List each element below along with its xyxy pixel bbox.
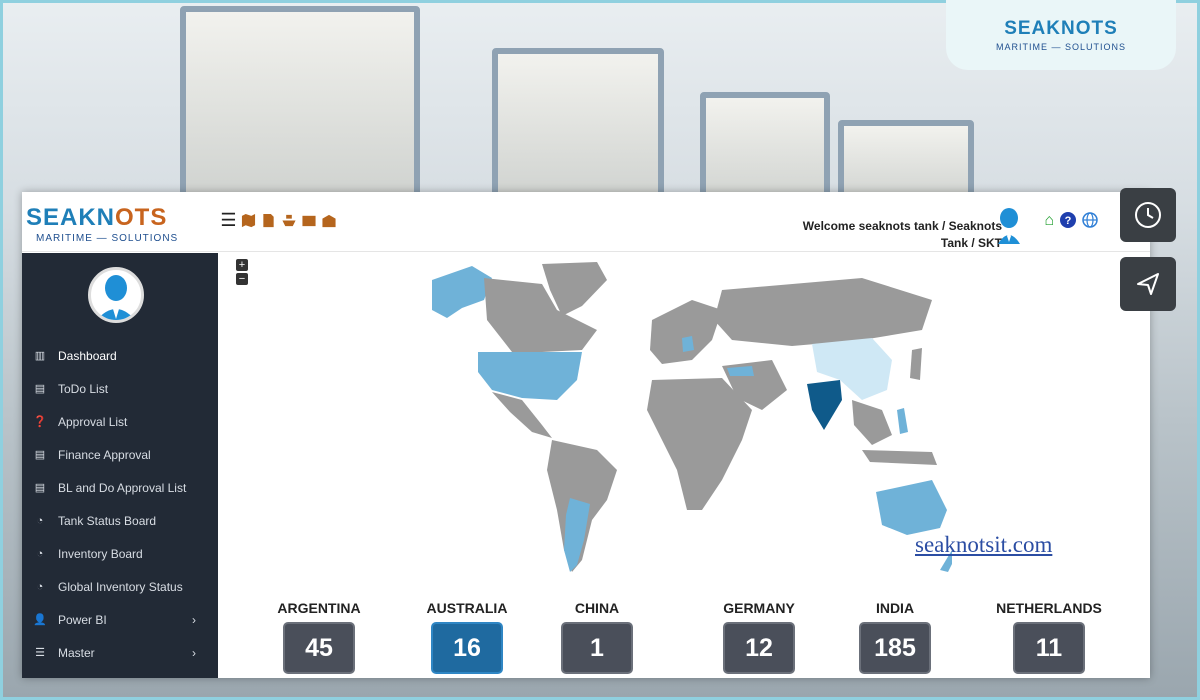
map-russia <box>714 278 932 346</box>
watermark-link[interactable]: seaknotsit.com <box>915 532 1052 558</box>
question-circle-icon: ❓ <box>33 416 47 428</box>
send-icon <box>1137 273 1159 295</box>
user-avatar-icon[interactable] <box>996 208 1022 244</box>
map-india <box>807 380 842 430</box>
bar-chart-icon: ▥ <box>34 350 46 362</box>
pie-chart-icon: ◔ <box>36 514 44 527</box>
header-icons: ⌂ ? <box>1044 212 1098 233</box>
map-germany <box>682 336 694 352</box>
toolbar: ☰ <box>220 210 337 230</box>
map-alaska <box>432 266 492 318</box>
sidebar-item-bl-do-approval[interactable]: ▤ BL and Do Approval List <box>22 471 218 504</box>
app-window: SEAKNOTS MARITIME — SOLUTIONS ☰ Welcome … <box>22 192 1150 678</box>
welcome-text: Welcome seaknots tank / Seaknots Tank / … <box>802 219 1002 250</box>
pie-chart-icon: ◔ <box>36 580 44 593</box>
box-icon[interactable] <box>300 212 317 229</box>
country-stat-india: INDIA 185 <box>840 600 950 674</box>
app-logo[interactable]: SEAKNOTS MARITIME — SOLUTIONS <box>26 204 216 244</box>
map-japan <box>910 348 922 380</box>
map-philippines <box>897 408 908 434</box>
country-count-button[interactable]: 11 <box>1013 622 1085 674</box>
sidebar-item-inventory-board[interactable]: ◔ Inventory Board <box>22 537 218 570</box>
country-stat-netherlands: NETHERLANDS 11 <box>994 600 1104 674</box>
pie-chart-icon: ◔ <box>36 547 44 560</box>
map-zoom-controls: + − <box>236 259 248 285</box>
logo-tagline: MARITIME — SOLUTIONS <box>36 233 179 244</box>
brand-badge: SEAKNOTS MARITIME — SOLUTIONS <box>946 0 1176 70</box>
country-count-button[interactable]: 12 <box>723 622 795 674</box>
country-stat-argentina: ARGENTINA 45 <box>264 600 374 674</box>
country-count-button[interactable]: 1 <box>561 622 633 674</box>
brand-badge-tagline: MARITIME — SOLUTIONS <box>995 42 1126 52</box>
document-icon: ▤ <box>34 482 46 494</box>
document-icon: ▤ <box>34 449 46 461</box>
globe-icon[interactable] <box>1082 212 1098 233</box>
zoom-out-button[interactable]: − <box>236 273 248 285</box>
map-africa <box>647 378 752 510</box>
country-stats: ARGENTINA 45 AUSTRALIA 16 CHINA 1 GERMAN… <box>22 600 1150 678</box>
document-icon[interactable] <box>260 212 277 229</box>
brand-badge-name: SEAKNOTS <box>1004 18 1118 39</box>
top-bar: SEAKNOTS MARITIME — SOLUTIONS ☰ Welcome … <box>22 192 1150 252</box>
ship-icon[interactable] <box>280 212 297 229</box>
map-australia <box>876 480 947 535</box>
sidebar-item-todo-list[interactable]: ▤ ToDo List <box>22 372 218 405</box>
map-se-asia <box>852 400 892 445</box>
warehouse-icon[interactable] <box>320 212 337 229</box>
map-europe <box>650 300 722 364</box>
menu-icon[interactable]: ☰ <box>220 210 237 230</box>
country-stat-china: CHINA 1 <box>542 600 652 674</box>
country-count-button[interactable]: 16 <box>431 622 503 674</box>
country-count-button[interactable]: 185 <box>859 622 931 674</box>
profile-avatar[interactable] <box>88 267 144 323</box>
home-icon[interactable]: ⌂ <box>1044 212 1054 233</box>
history-button[interactable] <box>1120 188 1176 242</box>
map-indonesia <box>862 450 937 465</box>
sidebar-item-dashboard[interactable]: ▥ Dashboard <box>22 339 218 372</box>
sidebar-item-global-inventory[interactable]: ◔ Global Inventory Status <box>22 570 218 603</box>
sidebar-item-finance-approval[interactable]: ▤ Finance Approval <box>22 438 218 471</box>
svg-text:?: ? <box>1065 215 1072 227</box>
clipboard-icon: ▤ <box>34 383 46 395</box>
map-icon[interactable] <box>240 212 257 229</box>
sidebar-item-approval-list[interactable]: ❓ Approval List <box>22 405 218 438</box>
world-map[interactable] <box>392 260 952 578</box>
help-icon[interactable]: ? <box>1060 212 1076 233</box>
country-count-button[interactable]: 45 <box>283 622 355 674</box>
country-stat-australia: AUSTRALIA 16 <box>412 600 522 674</box>
sidebar-item-tank-status-board[interactable]: ◔ Tank Status Board <box>22 504 218 537</box>
clock-icon <box>1135 202 1161 228</box>
zoom-in-button[interactable]: + <box>236 259 248 271</box>
country-stat-germany: GERMANY 12 <box>704 600 814 674</box>
send-button[interactable] <box>1120 257 1176 311</box>
